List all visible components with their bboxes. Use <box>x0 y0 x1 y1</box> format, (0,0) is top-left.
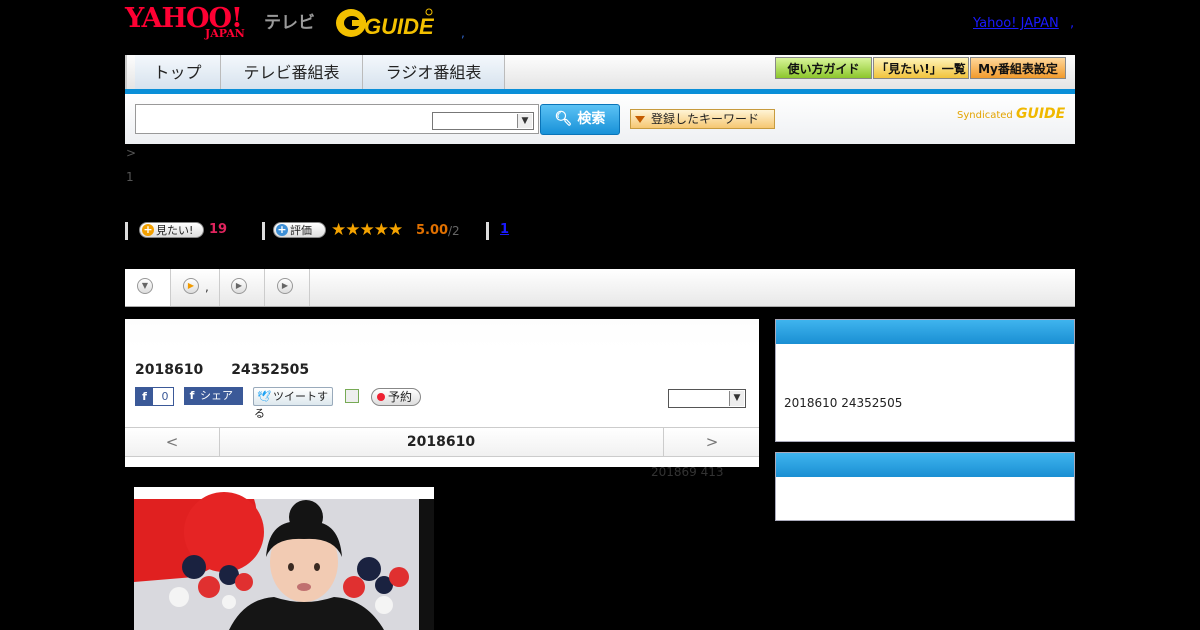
sidebar-box-header <box>776 453 1074 477</box>
sidebar-box-related <box>775 452 1075 521</box>
yahoo-japan-link[interactable]: Yahoo! JAPAN <box>973 16 1059 31</box>
saved-keywords-button[interactable]: 登録したキーワード <box>630 109 775 129</box>
pager-next-button[interactable]: > <box>663 428 760 456</box>
rating-count: /2 <box>448 224 460 238</box>
facebook-share-button[interactable]: f シェア <box>184 387 243 405</box>
pager-prev-button[interactable]: < <box>125 428 220 456</box>
svg-text:GUIDE: GUIDE <box>364 14 434 39</box>
tab-overview[interactable]: ▼ <box>125 269 171 306</box>
chevron-down-icon: ▼ <box>729 391 744 406</box>
syndicated-logo-text: GUIDE <box>1015 106 1066 122</box>
search-button-label: 検索 <box>577 111 606 127</box>
review-link[interactable]: 1 <box>500 222 509 237</box>
search-bar: ▼ 🔍︎ 検索 登録したキーワード Syndicated GUIDE <box>125 94 1075 144</box>
tab-details-label: , <box>205 280 209 294</box>
want-to-watch-label: 見たい! <box>156 224 194 237</box>
rating-stars: ★★★★★ <box>331 220 403 240</box>
search-category-select[interactable]: ▼ <box>432 112 534 130</box>
facebook-share-label: シェア <box>200 389 233 402</box>
pager-date: 2018610 <box>406 434 476 450</box>
want-to-watch-button[interactable]: + 見たい! <box>139 222 204 238</box>
facebook-like-count: 0 <box>161 390 169 403</box>
tab-related[interactable]: ▶ <box>265 269 310 306</box>
program-datetime: 2018610 24352505 <box>135 362 310 378</box>
tweet-button[interactable]: 🕊︎ ツイートする <box>253 387 333 420</box>
plus-icon: + <box>142 223 154 236</box>
rate-label: 評価 <box>290 224 312 237</box>
breadcrumb: > <box>126 146 137 160</box>
facebook-like-button[interactable]: f 0 <box>135 387 174 406</box>
program-photo-image <box>134 487 434 630</box>
stat-divider <box>486 222 489 240</box>
play-icon: ▶ <box>231 278 247 294</box>
facebook-icon: f <box>189 389 195 402</box>
sidebar-box-broadcast: 2018610 24352505 <box>775 319 1075 442</box>
nav-tab-radio-listings[interactable]: ラジオ番組表 <box>363 55 505 90</box>
search-button[interactable]: 🔍︎ 検索 <box>540 104 620 135</box>
play-icon: ▶ <box>277 278 293 294</box>
program-card-header <box>125 319 759 349</box>
record-dot-icon <box>377 393 385 401</box>
program-tabs: ▼ ▶ , ▶ ▶ <box>125 269 1075 307</box>
sidebar-broadcast-time: 2018610 24352505 <box>784 396 903 410</box>
tv-label[interactable]: テレビ <box>264 8 315 33</box>
reserve-label: 予約 <box>388 390 413 404</box>
updated-timestamp: 201869 413 <box>651 465 724 479</box>
tab-details[interactable]: ▶ , <box>171 269 220 306</box>
plus-icon: + <box>276 223 288 236</box>
want-count: 19 <box>209 222 228 237</box>
page-number: 1 <box>126 170 134 184</box>
search-icon: 🔍︎ <box>554 111 573 127</box>
nav-tab-top[interactable]: トップ <box>135 55 221 90</box>
rate-button[interactable]: + 評価 <box>273 222 326 238</box>
tab-reviews[interactable]: ▶ <box>220 269 265 306</box>
gguide-logo[interactable]: GUIDE <box>334 6 435 40</box>
twitter-bird-icon: 🕊︎ <box>257 390 271 403</box>
chevron-down-icon: ▼ <box>517 114 532 128</box>
nav-tab-label: トップ <box>153 63 202 82</box>
japan-logo: JAPAN <box>205 27 245 40</box>
my-listings-settings-button[interactable]: My番組表設定 <box>970 57 1066 79</box>
want-list-button[interactable]: 「見たい!」一覧 <box>873 57 969 79</box>
play-icon: ▶ <box>183 278 199 294</box>
channel-select[interactable]: ▼ <box>668 389 746 408</box>
guide-button[interactable]: 使い方ガイド <box>775 57 872 79</box>
header-link-separator: , <box>1070 16 1075 31</box>
sidebar-box-header <box>776 320 1074 344</box>
syndicated-label: Syndicated <box>957 110 1013 121</box>
gguide-logo-mark: GUIDE <box>336 8 435 39</box>
triangle-down-icon <box>635 116 645 123</box>
saved-keywords-label: 登録したキーワード <box>651 112 760 126</box>
chevron-down-icon: ▼ <box>137 278 153 294</box>
program-card: 2018610 24352505 f 0 f シェア 🕊︎ ツイートする 予約 ▼ … <box>125 319 759 467</box>
nav-tab-label: ラジオ番組表 <box>385 63 482 82</box>
nav-tab-tv-listings[interactable]: テレビ番組表 <box>221 55 363 90</box>
stat-divider <box>125 222 128 240</box>
syndicated-gguide-logo: Syndicated GUIDE <box>957 106 1065 122</box>
program-photo <box>134 487 434 630</box>
facebook-icon: f <box>136 388 153 405</box>
date-pager: < 2018610 > <box>125 427 759 457</box>
calendar-add-icon[interactable] <box>345 389 359 403</box>
stat-divider <box>262 222 265 240</box>
rating-value: 5.00 <box>416 223 449 238</box>
nav-tab-label: テレビ番組表 <box>243 63 340 82</box>
reserve-button[interactable]: 予約 <box>371 388 421 406</box>
main-nav: トップ テレビ番組表 ラジオ番組表 使い方ガイド 「見たい!」一覧 My番組表設… <box>125 55 1075 90</box>
header-separator: , <box>461 26 465 40</box>
